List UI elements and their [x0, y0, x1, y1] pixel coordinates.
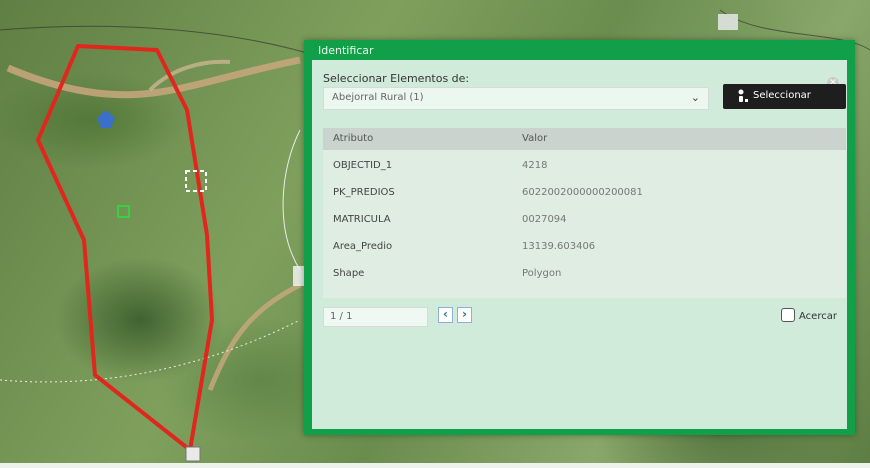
table-row: Shape Polygon — [323, 263, 846, 285]
parcel-outline[interactable] — [36, 44, 214, 452]
point-marker[interactable] — [117, 205, 130, 218]
select-button[interactable]: Seleccionar — [723, 84, 846, 109]
attribute-table: Atributo Valor OBJECTID_1 4218 PK_PREDIO… — [323, 128, 846, 298]
zoom-to-label: Acercar — [799, 311, 837, 322]
identify-panel: Identificar ✕ Seleccionar Elementos de: … — [304, 40, 855, 435]
zoom-to-checkbox[interactable]: Acercar — [781, 308, 837, 322]
structure-marker — [97, 110, 115, 128]
map-label-box — [293, 266, 304, 286]
dirt-road — [207, 282, 302, 391]
building-marker — [185, 446, 201, 462]
table-row: PK_PREDIOS 6022002000000200081 — [323, 182, 846, 204]
panel-body: ✕ Seleccionar Elementos de: Abejorral Ru… — [312, 60, 847, 429]
attribute-name: Area_Predio — [333, 241, 393, 252]
table-row: Area_Predio 13139.603406 — [323, 236, 846, 258]
panel-title: Identificar — [318, 44, 374, 57]
select-elements-label: Seleccionar Elementos de: — [323, 72, 470, 85]
boundary-line — [0, 25, 331, 61]
attribute-value: 13139.603406 — [522, 241, 596, 252]
column-header-value: Valor — [522, 133, 548, 144]
layer-dropdown-value: Abejorral Rural (1) — [332, 92, 424, 103]
contour-line — [0, 319, 301, 383]
attribute-name: PK_PREDIOS — [333, 187, 395, 198]
page-indicator: 1 / 1 — [323, 307, 428, 327]
attribute-value: 0027094 — [522, 214, 567, 225]
chevron-right-icon[interactable]: › — [457, 307, 472, 323]
attribute-name: OBJECTID_1 — [333, 160, 393, 171]
attribute-value: 4218 — [522, 160, 548, 171]
table-row: OBJECTID_1 4218 — [323, 155, 846, 177]
table-row: MATRICULA 0027094 — [323, 209, 846, 231]
attribute-value: 6022002000000200081 — [522, 187, 643, 198]
column-header-attribute: Atributo — [333, 133, 374, 144]
attribute-name: Shape — [333, 268, 365, 279]
select-button-label: Seleccionar — [753, 90, 811, 101]
table-header: Atributo Valor — [323, 128, 846, 150]
map-footer — [0, 463, 870, 468]
chevron-left-icon[interactable]: ‹ — [438, 307, 453, 323]
select-point-icon — [738, 89, 748, 102]
contour-line — [282, 129, 301, 271]
dirt-road — [6, 56, 301, 99]
building-marker — [718, 14, 738, 30]
checkbox-box[interactable] — [781, 308, 795, 322]
layer-dropdown[interactable]: Abejorral Rural (1) ⌄ — [323, 87, 709, 110]
chevron-down-icon: ⌄ — [690, 91, 700, 104]
attribute-value: Polygon — [522, 268, 562, 279]
attribute-name: MATRICULA — [333, 214, 391, 225]
